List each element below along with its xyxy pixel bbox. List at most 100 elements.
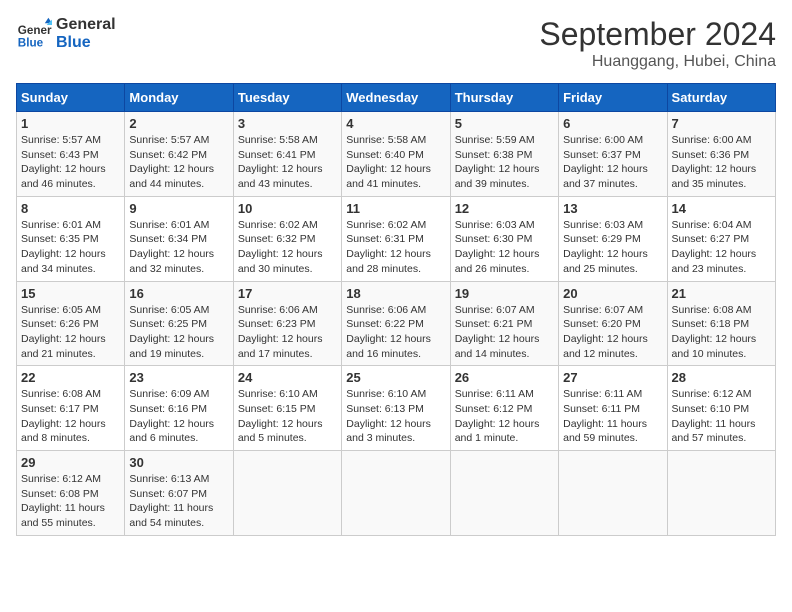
day-info: Sunrise: 6:12 AM Sunset: 6:10 PM Dayligh… [672, 387, 771, 446]
day-info: Sunrise: 6:02 AM Sunset: 6:32 PM Dayligh… [238, 218, 337, 277]
sunset-label: Sunset: 6:21 PM [455, 318, 533, 330]
day-info: Sunrise: 5:57 AM Sunset: 6:43 PM Dayligh… [21, 133, 120, 192]
sunset-label: Sunset: 6:10 PM [672, 403, 750, 415]
table-row: 30 Sunrise: 6:13 AM Sunset: 6:07 PM Dayl… [125, 451, 233, 536]
day-info: Sunrise: 6:03 AM Sunset: 6:30 PM Dayligh… [455, 218, 554, 277]
daylight-label: Daylight: 12 hours and 8 minutes. [21, 418, 106, 445]
day-info: Sunrise: 6:08 AM Sunset: 6:18 PM Dayligh… [672, 303, 771, 362]
sunrise-label: Sunrise: 6:07 AM [455, 304, 535, 316]
table-row: 3 Sunrise: 5:58 AM Sunset: 6:41 PM Dayli… [233, 112, 341, 197]
sunset-label: Sunset: 6:15 PM [238, 403, 316, 415]
table-row: 22 Sunrise: 6:08 AM Sunset: 6:17 PM Dayl… [17, 366, 125, 451]
sunrise-label: Sunrise: 6:01 AM [129, 219, 209, 231]
sunset-label: Sunset: 6:41 PM [238, 149, 316, 161]
sunrise-label: Sunrise: 6:00 AM [672, 134, 752, 146]
sunrise-label: Sunrise: 5:58 AM [238, 134, 318, 146]
day-number: 5 [455, 116, 554, 131]
sunrise-label: Sunrise: 6:13 AM [129, 473, 209, 485]
logo: General Blue General Blue [16, 16, 116, 52]
day-number: 24 [238, 370, 337, 385]
sunrise-label: Sunrise: 6:11 AM [455, 388, 534, 400]
day-info: Sunrise: 6:03 AM Sunset: 6:29 PM Dayligh… [563, 218, 662, 277]
table-row: 24 Sunrise: 6:10 AM Sunset: 6:15 PM Dayl… [233, 366, 341, 451]
header-friday: Friday [559, 84, 667, 112]
daylight-label: Daylight: 12 hours and 19 minutes. [129, 333, 214, 360]
table-row [559, 451, 667, 536]
table-row: 7 Sunrise: 6:00 AM Sunset: 6:36 PM Dayli… [667, 112, 775, 197]
table-row: 9 Sunrise: 6:01 AM Sunset: 6:34 PM Dayli… [125, 196, 233, 281]
day-number: 26 [455, 370, 554, 385]
calendar-week-5: 29 Sunrise: 6:12 AM Sunset: 6:08 PM Dayl… [17, 451, 776, 536]
sunrise-label: Sunrise: 6:10 AM [238, 388, 318, 400]
daylight-label: Daylight: 12 hours and 6 minutes. [129, 418, 214, 445]
sunset-label: Sunset: 6:11 PM [563, 403, 640, 415]
sunset-label: Sunset: 6:30 PM [455, 233, 533, 245]
table-row: 18 Sunrise: 6:06 AM Sunset: 6:22 PM Dayl… [342, 281, 450, 366]
sunrise-label: Sunrise: 6:04 AM [672, 219, 752, 231]
day-info: Sunrise: 6:02 AM Sunset: 6:31 PM Dayligh… [346, 218, 445, 277]
daylight-label: Daylight: 12 hours and 16 minutes. [346, 333, 431, 360]
table-row: 28 Sunrise: 6:12 AM Sunset: 6:10 PM Dayl… [667, 366, 775, 451]
sunrise-label: Sunrise: 5:59 AM [455, 134, 535, 146]
table-row [667, 451, 775, 536]
daylight-label: Daylight: 12 hours and 10 minutes. [672, 333, 757, 360]
daylight-label: Daylight: 12 hours and 30 minutes. [238, 248, 323, 275]
sunset-label: Sunset: 6:27 PM [672, 233, 750, 245]
logo-icon: General Blue [16, 16, 52, 52]
sunrise-label: Sunrise: 6:09 AM [129, 388, 209, 400]
day-info: Sunrise: 6:11 AM Sunset: 6:12 PM Dayligh… [455, 387, 554, 446]
logo-general: General [56, 16, 116, 34]
table-row: 25 Sunrise: 6:10 AM Sunset: 6:13 PM Dayl… [342, 366, 450, 451]
daylight-label: Daylight: 12 hours and 25 minutes. [563, 248, 648, 275]
table-row: 5 Sunrise: 5:59 AM Sunset: 6:38 PM Dayli… [450, 112, 558, 197]
sunset-label: Sunset: 6:35 PM [21, 233, 99, 245]
sunrise-label: Sunrise: 6:06 AM [238, 304, 318, 316]
daylight-label: Daylight: 11 hours and 59 minutes. [563, 418, 647, 445]
table-row: 29 Sunrise: 6:12 AM Sunset: 6:08 PM Dayl… [17, 451, 125, 536]
day-number: 30 [129, 455, 228, 470]
day-info: Sunrise: 6:06 AM Sunset: 6:22 PM Dayligh… [346, 303, 445, 362]
table-row: 17 Sunrise: 6:06 AM Sunset: 6:23 PM Dayl… [233, 281, 341, 366]
calendar-week-4: 22 Sunrise: 6:08 AM Sunset: 6:17 PM Dayl… [17, 366, 776, 451]
day-info: Sunrise: 6:06 AM Sunset: 6:23 PM Dayligh… [238, 303, 337, 362]
table-row: 4 Sunrise: 5:58 AM Sunset: 6:40 PM Dayli… [342, 112, 450, 197]
location: Huanggang, Hubei, China [539, 53, 776, 71]
sunset-label: Sunset: 6:31 PM [346, 233, 424, 245]
sunset-label: Sunset: 6:40 PM [346, 149, 424, 161]
table-row: 23 Sunrise: 6:09 AM Sunset: 6:16 PM Dayl… [125, 366, 233, 451]
daylight-label: Daylight: 12 hours and 3 minutes. [346, 418, 431, 445]
sunrise-label: Sunrise: 6:08 AM [672, 304, 752, 316]
sunrise-label: Sunrise: 5:57 AM [129, 134, 209, 146]
daylight-label: Daylight: 12 hours and 12 minutes. [563, 333, 648, 360]
day-info: Sunrise: 6:05 AM Sunset: 6:25 PM Dayligh… [129, 303, 228, 362]
day-number: 16 [129, 286, 228, 301]
sunset-label: Sunset: 6:17 PM [21, 403, 99, 415]
calendar-week-2: 8 Sunrise: 6:01 AM Sunset: 6:35 PM Dayli… [17, 196, 776, 281]
day-number: 28 [672, 370, 771, 385]
table-row [450, 451, 558, 536]
table-row: 10 Sunrise: 6:02 AM Sunset: 6:32 PM Dayl… [233, 196, 341, 281]
daylight-label: Daylight: 12 hours and 28 minutes. [346, 248, 431, 275]
daylight-label: Daylight: 12 hours and 1 minute. [455, 418, 540, 445]
table-row: 11 Sunrise: 6:02 AM Sunset: 6:31 PM Dayl… [342, 196, 450, 281]
day-info: Sunrise: 6:13 AM Sunset: 6:07 PM Dayligh… [129, 472, 228, 531]
sunrise-label: Sunrise: 6:07 AM [563, 304, 643, 316]
table-row: 1 Sunrise: 5:57 AM Sunset: 6:43 PM Dayli… [17, 112, 125, 197]
table-row: 13 Sunrise: 6:03 AM Sunset: 6:29 PM Dayl… [559, 196, 667, 281]
day-number: 22 [21, 370, 120, 385]
daylight-label: Daylight: 12 hours and 21 minutes. [21, 333, 106, 360]
title-block: September 2024 Huanggang, Hubei, China [539, 16, 776, 71]
table-row: 20 Sunrise: 6:07 AM Sunset: 6:20 PM Dayl… [559, 281, 667, 366]
day-number: 17 [238, 286, 337, 301]
sunrise-label: Sunrise: 6:03 AM [563, 219, 643, 231]
daylight-label: Daylight: 12 hours and 37 minutes. [563, 163, 648, 190]
sunrise-label: Sunrise: 6:08 AM [21, 388, 101, 400]
day-info: Sunrise: 6:00 AM Sunset: 6:36 PM Dayligh… [672, 133, 771, 192]
table-row: 21 Sunrise: 6:08 AM Sunset: 6:18 PM Dayl… [667, 281, 775, 366]
day-info: Sunrise: 6:10 AM Sunset: 6:15 PM Dayligh… [238, 387, 337, 446]
svg-text:Blue: Blue [18, 37, 44, 50]
sunset-label: Sunset: 6:36 PM [672, 149, 750, 161]
day-info: Sunrise: 6:07 AM Sunset: 6:21 PM Dayligh… [455, 303, 554, 362]
sunrise-label: Sunrise: 6:12 AM [672, 388, 752, 400]
sunset-label: Sunset: 6:42 PM [129, 149, 207, 161]
